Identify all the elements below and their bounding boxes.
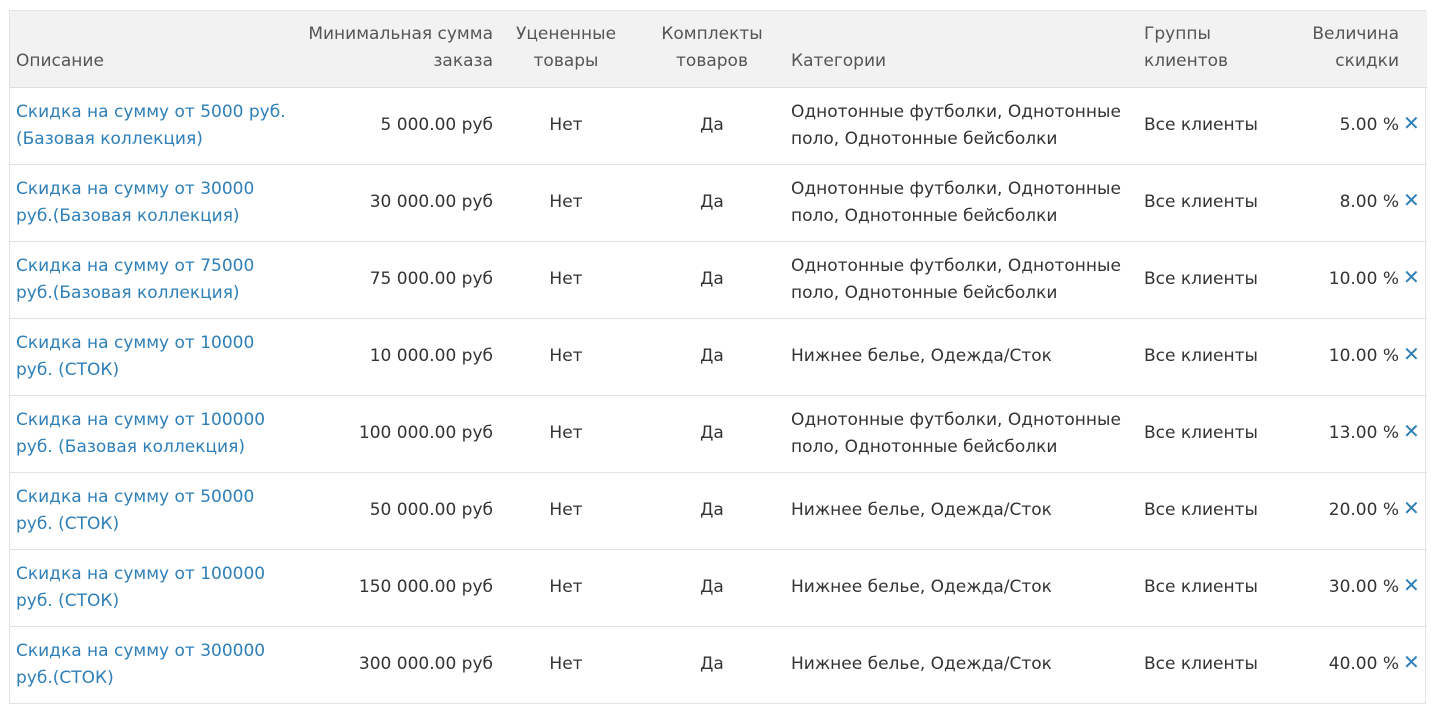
column-header-discounted: Уцененные товары [493,11,639,88]
discounts-table-container: Описание Минимальная сумма заказа Уценен… [9,10,1427,704]
categories-cell: Однотонные футболки, Однотонные поло, Од… [785,87,1138,165]
column-header-description: Описание [10,11,293,88]
categories-cell: Нижнее белье, Одежда/Сток [785,318,1138,396]
discount-value-cell: 30.00 % [1291,549,1401,627]
kits-cell: Да [639,87,785,165]
description-cell: Скидка на сумму от 100000 руб. (СТОК) [10,549,293,627]
delete-cell: ✕ [1401,87,1427,165]
column-header-actions [1401,11,1427,88]
discounted-cell: Нет [493,241,639,319]
discount-value-cell: 10.00 % [1291,241,1401,319]
client-groups-cell: Все клиенты [1138,395,1291,473]
kits-cell: Да [700,654,724,675]
table-row: Скидка на сумму от 10000 руб. (СТОК) 10 … [10,318,1427,396]
close-icon[interactable]: ✕ [1403,575,1420,595]
discounts-table: Описание Минимальная сумма заказа Уценен… [10,11,1427,703]
discount-description-link[interactable]: Скидка на сумму от 5000 руб. (Базовая ко… [16,102,286,149]
delete-cell: ✕ [1401,472,1427,550]
column-header-discount-value: Величина скидки [1291,11,1401,88]
discount-value-cell: 5.00 % [1291,87,1401,165]
kits-cell: Да [639,549,785,627]
discount-description-link[interactable]: Скидка на сумму от 30000 руб.(Базовая ко… [16,179,254,226]
kits-cell: Да [639,318,785,396]
close-icon[interactable]: ✕ [1403,421,1420,441]
table-row: Скидка на сумму от 100000 руб. (СТОК) 15… [10,549,1427,627]
column-header-min-amount: Минимальная сумма заказа [293,11,493,88]
discount-value-cell: 20.00 % [1291,472,1401,550]
table-row: Скидка на сумму от 50000 руб. (СТОК) 50 … [10,472,1427,550]
table-header-row: Описание Минимальная сумма заказа Уценен… [10,11,1427,88]
client-groups-cell: Все клиенты [1138,472,1291,550]
categories-cell: Однотонные футболки, Однотонные поло, Од… [785,241,1138,319]
description-cell: Скидка на сумму от 50000 руб. (СТОК) [10,472,293,550]
kits-cell: Да [639,395,785,473]
discount-value-cell: 8.00 % [1291,164,1401,242]
delete-cell: ✕ [1401,395,1427,473]
discounted-cell: Нет [493,472,639,550]
min-amount-cell: 30 000.00 руб [293,164,493,242]
client-groups-cell: Все клиенты [1138,164,1291,242]
discount-description-link[interactable]: Скидка на сумму от 50000 руб. (СТОК) [16,487,254,534]
discount-value-cell: 10.00 % [1291,318,1401,396]
column-header-kits: Комплекты товаров [639,11,785,88]
column-header-client-groups: Группы клиентов [1138,11,1291,88]
table-row: Скидка на сумму от 75000 руб.(Базовая ко… [10,241,1427,319]
categories-cell: Однотонные футболки, Однотонные поло, Од… [785,395,1138,473]
discounted-cell: Нет [493,395,639,473]
discount-description-link[interactable]: Скидка на сумму от 100000 руб. (Базовая … [16,410,265,457]
categories-cell: Нижнее белье, Одежда/Сток [785,549,1138,627]
min-amount-cell: 50 000.00 руб [293,472,493,550]
kits-cell: Да [639,241,785,319]
categories-cell: Нижнее белье, Одежда/Сток [791,654,1052,675]
categories-cell: Нижнее белье, Одежда/Сток [785,472,1138,550]
delete-cell: ✕ [1401,164,1427,242]
min-amount-cell: 10 000.00 руб [293,318,493,396]
kits-cell: Да [639,164,785,242]
description-cell: Скидка на сумму от 5000 руб. (Базовая ко… [10,87,293,165]
table-row: Скидка на сумму от 5000 руб. (Базовая ко… [10,87,1427,165]
min-amount-cell: 150 000.00 руб [293,549,493,627]
min-amount-cell: 300 000.00 руб [358,654,493,675]
client-groups-cell: Все клиенты [1138,549,1291,627]
close-icon[interactable]: ✕ [1403,113,1420,133]
close-icon[interactable]: ✕ [1403,652,1420,672]
discount-value-cell: 13.00 % [1291,395,1401,473]
kits-cell: Да [639,472,785,550]
delete-cell: ✕ [1401,318,1427,396]
close-icon[interactable]: ✕ [1403,267,1420,287]
table-row: Скидка на сумму от 100000 руб. (Базовая … [10,395,1427,473]
table-row: Скидка на сумму от 300000 руб.(СТОК) 300… [10,626,1427,703]
min-amount-cell: 75 000.00 руб [293,241,493,319]
categories-cell: Однотонные футболки, Однотонные поло, Од… [785,164,1138,242]
discount-description-link[interactable]: Скидка на сумму от 100000 руб. (СТОК) [16,564,265,611]
discount-description-link[interactable]: Скидка на сумму от 75000 руб.(Базовая ко… [16,256,254,303]
discount-value-cell: 40.00 % [1328,654,1399,675]
table-row: Скидка на сумму от 30000 руб.(Базовая ко… [10,164,1427,242]
min-amount-cell: 100 000.00 руб [293,395,493,473]
discounted-cell: Нет [493,318,639,396]
discounted-cell: Нет [549,654,583,675]
discounted-cell: Нет [493,164,639,242]
min-amount-cell: 5 000.00 руб [293,87,493,165]
close-icon[interactable]: ✕ [1403,498,1420,518]
client-groups-cell: Все клиенты [1138,87,1291,165]
delete-cell: ✕ [1401,626,1427,703]
description-cell: Скидка на сумму от 300000 руб.(СТОК) [10,626,293,703]
column-header-categories: Категории [785,11,1138,88]
discounted-cell: Нет [493,87,639,165]
client-groups-cell: Все клиенты [1144,654,1258,675]
description-cell: Скидка на сумму от 10000 руб. (СТОК) [10,318,293,396]
client-groups-cell: Все клиенты [1138,318,1291,396]
discounted-cell: Нет [493,549,639,627]
delete-cell: ✕ [1401,549,1427,627]
close-icon[interactable]: ✕ [1403,344,1420,364]
client-groups-cell: Все клиенты [1138,241,1291,319]
delete-cell: ✕ [1401,241,1427,319]
description-cell: Скидка на сумму от 30000 руб.(Базовая ко… [10,164,293,242]
close-icon[interactable]: ✕ [1403,190,1420,210]
discount-description-link[interactable]: Скидка на сумму от 300000 руб.(СТОК) [16,641,265,688]
description-cell: Скидка на сумму от 75000 руб.(Базовая ко… [10,241,293,319]
description-cell: Скидка на сумму от 100000 руб. (Базовая … [10,395,293,473]
discount-description-link[interactable]: Скидка на сумму от 10000 руб. (СТОК) [16,333,254,380]
